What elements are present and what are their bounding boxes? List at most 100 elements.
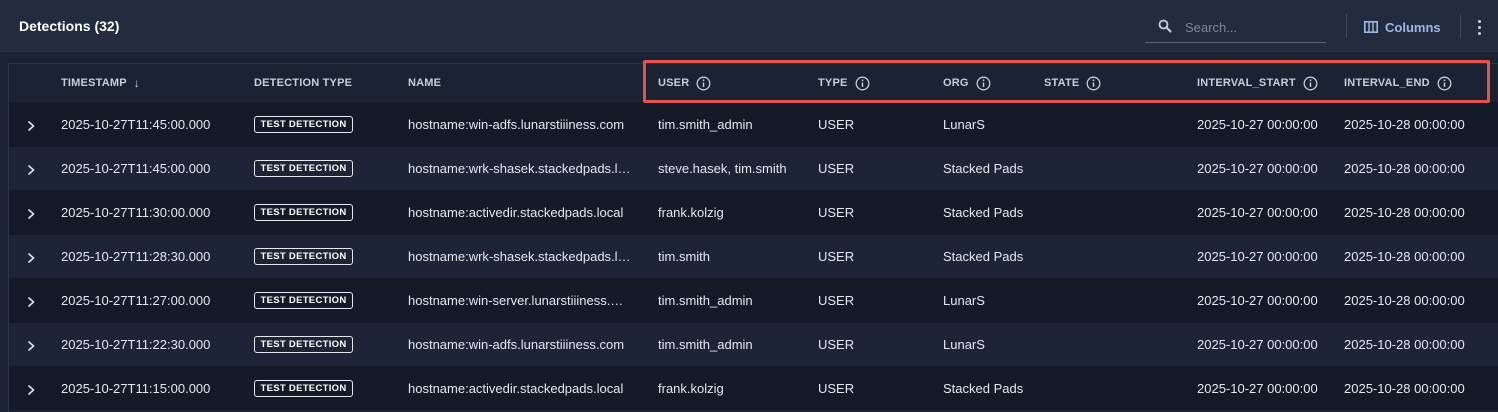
column-header-state[interactable]: STATE [1044, 76, 1101, 90]
cell-org: Stacked Pads [943, 381, 1024, 396]
column-header-timestamp[interactable]: TIMESTAMP ↓ [61, 76, 140, 90]
more-options-button[interactable] [1470, 15, 1488, 39]
cell-name: hostname:activedir.stackedpads.local [408, 205, 624, 220]
cell-interval-start: 2025-10-27 00:00:00 [1197, 381, 1318, 396]
detection-type-badge: TEST DETECTION [254, 248, 353, 265]
column-header-org[interactable]: ORG [943, 76, 991, 90]
cell-org: LunarS [943, 337, 985, 352]
more-vertical-icon [1477, 19, 1481, 35]
column-label: ORG [943, 77, 969, 89]
chevron-right-icon[interactable] [23, 338, 39, 354]
cell-interval-end: 2025-10-28 00:00:00 [1344, 161, 1465, 176]
cell-timestamp: 2025-10-27T11:45:00.000 [61, 117, 211, 132]
cell-type: USER [818, 381, 855, 396]
columns-icon [1364, 21, 1378, 33]
column-label: DETECTION TYPE [254, 77, 353, 89]
column-label: TIMESTAMP [61, 77, 127, 89]
column-label: USER [658, 77, 690, 89]
info-icon[interactable] [1437, 76, 1452, 91]
cell-interval-start: 2025-10-27 00:00:00 [1197, 337, 1318, 352]
toolbar: Detections (32) Columns [0, 0, 1498, 52]
info-icon[interactable] [855, 76, 870, 91]
table-row[interactable]: 2025-10-27T11:15:00.000 TEST DETECTION h… [9, 366, 1498, 410]
cell-user: frank.kolzig [658, 205, 724, 220]
column-label: INTERVAL_START [1197, 77, 1296, 89]
page-title: Detections (32) [19, 18, 120, 34]
table-row[interactable]: 2025-10-27T11:27:00.000 TEST DETECTION h… [9, 278, 1498, 322]
column-header-user[interactable]: USER [658, 76, 711, 90]
cell-name: hostname:win-adfs.lunarstiiiness.com [408, 337, 625, 352]
cell-timestamp: 2025-10-27T11:15:00.000 [61, 381, 211, 396]
table-row[interactable]: 2025-10-27T11:30:00.000 TEST DETECTION h… [9, 190, 1498, 234]
cell-timestamp: 2025-10-27T11:22:30.000 [61, 337, 211, 352]
cell-type: USER [818, 205, 855, 220]
column-header-detection-type[interactable]: DETECTION TYPE [254, 76, 352, 90]
columns-button[interactable]: Columns [1364, 17, 1441, 37]
chevron-right-icon[interactable] [23, 382, 39, 398]
cell-name: hostname:win-server.lunarstiiiness.… [408, 293, 624, 308]
info-icon[interactable] [696, 76, 711, 91]
sort-down-icon: ↓ [133, 76, 140, 90]
cell-interval-start: 2025-10-27 00:00:00 [1197, 205, 1318, 220]
column-header-interval-end[interactable]: INTERVAL_END [1344, 76, 1452, 90]
cell-user: tim.smith [658, 249, 710, 264]
detection-type-badge: TEST DETECTION [254, 292, 353, 309]
cell-org: Stacked Pads [943, 249, 1024, 264]
detections-table: TIMESTAMP ↓ DETECTION TYPE NAME USER TYP… [8, 63, 1498, 412]
cell-org: Stacked Pads [943, 205, 1024, 220]
table-row[interactable]: 2025-10-27T11:22:30.000 TEST DETECTION h… [9, 322, 1498, 366]
chevron-right-icon[interactable] [23, 118, 39, 134]
column-label: STATE [1044, 77, 1080, 89]
column-header-name[interactable]: NAME [408, 76, 441, 90]
cell-org: Stacked Pads [943, 161, 1024, 176]
info-icon[interactable] [1303, 76, 1318, 91]
toolbar-divider [1460, 14, 1461, 38]
cell-interval-end: 2025-10-28 00:00:00 [1344, 249, 1465, 264]
table-row[interactable]: 2025-10-27T11:28:30.000 TEST DETECTION h… [9, 234, 1498, 278]
cell-user: tim.smith_admin [658, 293, 753, 308]
column-label: INTERVAL_END [1344, 77, 1430, 89]
column-header-interval-start[interactable]: INTERVAL_START [1197, 76, 1318, 90]
columns-label: Columns [1385, 19, 1441, 35]
detection-type-badge: TEST DETECTION [254, 160, 353, 177]
cell-name: hostname:wrk-shasek.stackedpads.l… [408, 161, 631, 176]
chevron-right-icon[interactable] [23, 294, 39, 310]
cell-user: tim.smith_admin [658, 117, 753, 132]
cell-org: LunarS [943, 293, 985, 308]
cell-interval-end: 2025-10-28 00:00:00 [1344, 293, 1465, 308]
cell-interval-end: 2025-10-28 00:00:00 [1344, 205, 1465, 220]
cell-type: USER [818, 337, 855, 352]
toolbar-divider [1346, 14, 1347, 38]
cell-user: tim.smith_admin [658, 337, 753, 352]
cell-interval-end: 2025-10-28 00:00:00 [1344, 117, 1465, 132]
cell-interval-end: 2025-10-28 00:00:00 [1344, 381, 1465, 396]
cell-interval-start: 2025-10-27 00:00:00 [1197, 161, 1318, 176]
cell-type: USER [818, 293, 855, 308]
cell-type: USER [818, 249, 855, 264]
cell-timestamp: 2025-10-27T11:27:00.000 [61, 293, 211, 308]
column-header-type[interactable]: TYPE [818, 76, 870, 90]
cell-user: frank.kolzig [658, 381, 724, 396]
detection-type-badge: TEST DETECTION [254, 336, 353, 353]
cell-timestamp: 2025-10-27T11:45:00.000 [61, 161, 211, 176]
chevron-right-icon[interactable] [23, 162, 39, 178]
chevron-right-icon[interactable] [23, 250, 39, 266]
table-row[interactable]: 2025-10-27T11:45:00.000 TEST DETECTION h… [9, 102, 1498, 146]
detection-type-badge: TEST DETECTION [254, 380, 353, 397]
cell-interval-start: 2025-10-27 00:00:00 [1197, 117, 1318, 132]
table-row[interactable]: 2025-10-27T11:45:00.000 TEST DETECTION h… [9, 146, 1498, 190]
cell-interval-end: 2025-10-28 00:00:00 [1344, 337, 1465, 352]
cell-timestamp: 2025-10-27T11:30:00.000 [61, 205, 211, 220]
chevron-right-icon[interactable] [23, 206, 39, 222]
table-header: TIMESTAMP ↓ DETECTION TYPE NAME USER TYP… [9, 64, 1498, 102]
cell-name: hostname:wrk-shasek.stackedpads.l… [408, 249, 631, 264]
cell-name: hostname:activedir.stackedpads.local [408, 381, 624, 396]
search-input[interactable] [1185, 17, 1320, 37]
detection-type-badge: TEST DETECTION [254, 204, 353, 221]
info-icon[interactable] [1086, 76, 1101, 91]
cell-interval-start: 2025-10-27 00:00:00 [1197, 293, 1318, 308]
detection-type-badge: TEST DETECTION [254, 116, 353, 133]
search-box[interactable] [1145, 12, 1326, 43]
info-icon[interactable] [976, 76, 991, 91]
column-label: NAME [408, 77, 442, 89]
